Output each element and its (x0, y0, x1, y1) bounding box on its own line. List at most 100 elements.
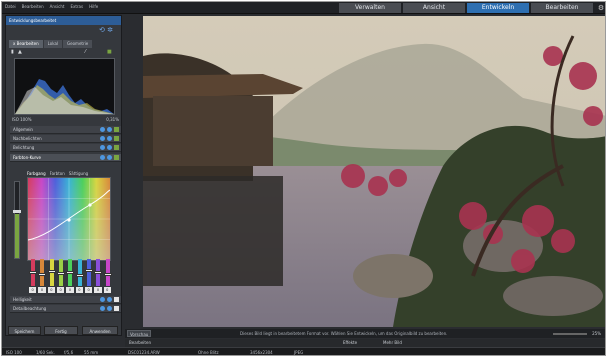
zoom-slider[interactable] (553, 333, 587, 335)
tab-ansicht[interactable]: Ansicht (403, 3, 465, 13)
value-field[interactable]: 0 (84, 287, 93, 293)
image-canvas[interactable] (143, 16, 605, 327)
menu-item-datei[interactable]: Datei (5, 4, 16, 9)
value-field[interactable]: 0 (29, 287, 37, 293)
slider-handle[interactable] (13, 210, 21, 213)
save-button[interactable]: Speichern (8, 326, 41, 335)
hue-slider-6[interactable] (75, 259, 84, 286)
eyedropper-icon[interactable]: ⁄ (85, 49, 86, 55)
refresh-icon[interactable]: ⟲ (99, 26, 105, 34)
reset-icon[interactable] (100, 306, 105, 311)
menu-item-ansicht[interactable]: Ansicht (50, 4, 65, 9)
reset-icon[interactable] (100, 155, 105, 160)
effects-label[interactable]: Effekte (343, 339, 357, 347)
preset-icon[interactable] (107, 155, 112, 160)
enable-toggle[interactable] (114, 297, 119, 302)
reset-icon[interactable] (100, 145, 105, 150)
done-button[interactable]: Fertig (44, 326, 78, 335)
section-nachbelichten[interactable]: Nachbelichten (10, 135, 121, 143)
section-allgemein[interactable]: Allgemein (10, 126, 121, 134)
histogram-graph (15, 79, 114, 114)
panel-tabs: x Bearbeiten Lokal Geometrie (9, 40, 93, 48)
stat-left: ISO 100% (12, 117, 32, 122)
auto-icon[interactable]: ■ (107, 49, 112, 55)
value-field[interactable]: 0 (75, 287, 83, 293)
copy-icon[interactable]: ▮ (11, 49, 14, 55)
menu-item-bearbeiten[interactable]: Bearbeiten (22, 4, 44, 9)
more-label[interactable]: Mehr Bild (383, 339, 402, 347)
reset-icon[interactable] (100, 297, 105, 302)
section-belichtung[interactable]: Belichtung (10, 144, 121, 152)
value-field[interactable]: 0 (47, 287, 55, 293)
intensity-slider[interactable] (13, 181, 21, 259)
enable-toggle[interactable] (114, 136, 119, 141)
settings-icon[interactable]: ✲ (107, 26, 113, 34)
hue-slider-7[interactable] (84, 259, 93, 286)
reset-icon[interactable] (100, 136, 105, 141)
tab-entwickeln[interactable]: Entwickeln (467, 3, 529, 13)
hue-slider-3[interactable] (47, 259, 56, 286)
curve-point[interactable] (67, 218, 71, 222)
develop-panel: Entwicklungsbearbeitet ⟲ ✲ x Bearbeiten … (5, 15, 122, 336)
hue-slider-4[interactable] (56, 259, 65, 286)
menu: Datei Bearbeiten Ansicht Extras Hilfe (5, 4, 98, 9)
apply-button[interactable]: Anwenden (82, 326, 118, 335)
reset-icon[interactable] (100, 127, 105, 132)
enable-toggle[interactable] (114, 306, 119, 311)
curve-tabs: Farbgang Farbton Sättigung (27, 171, 88, 176)
tab-farbton[interactable]: Farbton (50, 171, 65, 176)
status-bar: ISO 100 1/60 Sek. f/5,6 55 mm DSC01234.A… (2, 347, 605, 355)
curve-point[interactable] (88, 203, 92, 207)
tab-geometrie[interactable]: Geometrie (63, 40, 93, 48)
preset-icon[interactable] (107, 297, 112, 302)
hue-slider-8[interactable] (94, 259, 103, 286)
gear-icon[interactable]: ⚙ (595, 3, 605, 13)
preset-icon[interactable] (107, 306, 112, 311)
menu-bar: Datei Bearbeiten Ansicht Extras Hilfe Ve… (2, 2, 605, 14)
section-label: Detailbeachtung (13, 306, 47, 311)
info-message: Dieses Bild liegt in bearbeitetem Format… (240, 331, 448, 336)
filmstrip-bar: Vorschau Dieses Bild liegt in bearbeitet… (125, 329, 605, 338)
value-field[interactable]: 0 (94, 287, 102, 293)
hue-sliders (29, 259, 112, 286)
edit-label[interactable]: Bearbeiten (129, 339, 151, 347)
color-curve-editor[interactable] (27, 177, 111, 261)
value-field[interactable]: 0 (38, 287, 46, 293)
application-window: Datei Bearbeiten Ansicht Extras Hilfe Ve… (1, 1, 606, 356)
enable-toggle[interactable] (114, 145, 119, 150)
hue-slider-1[interactable] (29, 259, 37, 286)
histogram-stats: ISO 100% 0,31% (12, 117, 119, 122)
preview-label[interactable]: Vorschau (127, 330, 152, 337)
warning-icon[interactable]: ▲ (18, 49, 22, 55)
tab-farbgang[interactable]: Farbgang (27, 171, 46, 176)
preset-icon[interactable] (107, 145, 112, 150)
curve-grid (28, 178, 110, 260)
menu-item-extras[interactable]: Extras (70, 4, 83, 9)
enable-toggle[interactable] (114, 127, 119, 132)
value-field[interactable]: 0 (66, 287, 74, 293)
value-field[interactable]: 0 (103, 287, 111, 293)
status-shutter: 1/60 Sek. (36, 350, 55, 355)
section-farbton-kurve[interactable]: Farbton-Kurve (10, 154, 121, 162)
section-label: Farbton-Kurve (13, 155, 41, 160)
enable-toggle[interactable] (114, 155, 119, 160)
tab-verwalten[interactable]: Verwalten (339, 3, 401, 13)
panel-toolbar: ▮ ▲ ⁄ ■ (11, 49, 119, 57)
hue-slider-9[interactable] (103, 259, 112, 286)
status-format: JPEG (294, 350, 304, 355)
tab-lokal[interactable]: Lokal (43, 40, 63, 48)
bottom-toolbar: Bearbeiten Effekte Mehr Bild (125, 339, 605, 347)
value-field[interactable]: 0 (56, 287, 65, 293)
section-helligkeit[interactable]: Helligkeit (10, 296, 121, 304)
tab-saettigung[interactable]: Sättigung (69, 171, 88, 176)
preset-icon[interactable] (107, 136, 112, 141)
section-detailbeachtung[interactable]: Detailbeachtung (10, 305, 121, 313)
tab-bearbeiten[interactable]: Bearbeiten (531, 3, 593, 13)
preset-icon[interactable] (107, 127, 112, 132)
status-dimensions: 3456x2304 (250, 350, 273, 355)
menu-item-hilfe[interactable]: Hilfe (89, 4, 98, 9)
hue-slider-5[interactable] (66, 259, 75, 286)
tab-bearbeiten-panel[interactable]: x Bearbeiten (9, 40, 43, 48)
hue-slider-2[interactable] (38, 259, 47, 286)
section-label: Allgemein (13, 127, 33, 132)
